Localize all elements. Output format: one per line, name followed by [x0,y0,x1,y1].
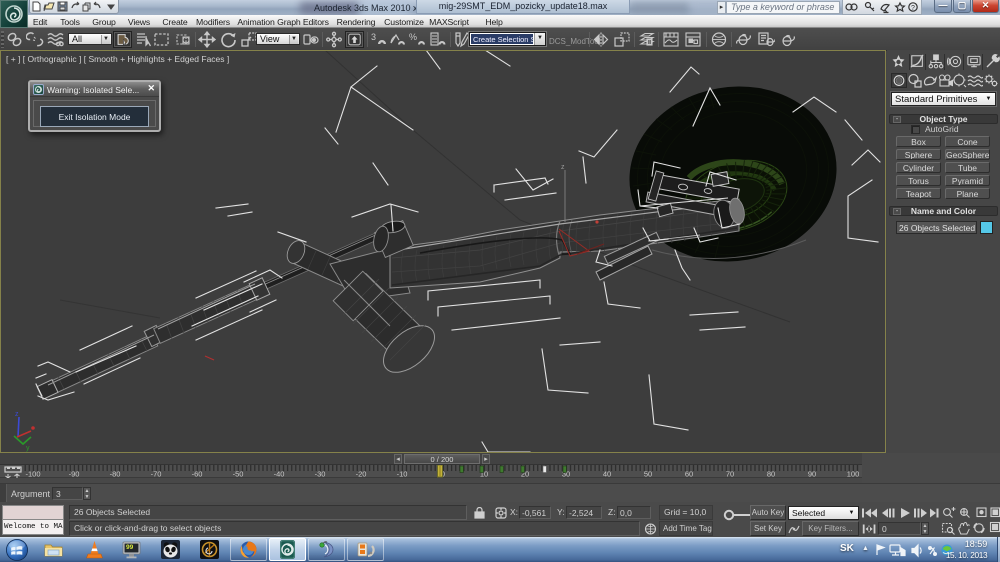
svg-text:-10: -10 [397,470,408,479]
svg-text:?: ? [911,5,915,12]
svg-text:-90: -90 [69,470,80,479]
svg-text:-80: -80 [110,470,121,479]
svg-text:z: z [15,411,19,418]
svg-text:50: 50 [644,470,652,479]
svg-text:70: 70 [726,470,734,479]
svg-text:99: 99 [126,544,134,551]
svg-text:80: 80 [767,470,775,479]
svg-text:90: 90 [808,470,816,479]
svg-text:%: % [409,32,417,42]
svg-text:-30: -30 [315,470,326,479]
svg-text:100: 100 [847,470,860,479]
svg-text:-100: -100 [25,470,40,479]
svg-text:40: 40 [603,470,611,479]
svg-text:-70: -70 [151,470,162,479]
svg-text:-60: -60 [192,470,203,479]
svg-text:-40: -40 [274,470,285,479]
svg-text:-50: -50 [233,470,244,479]
svg-text:y: y [26,445,30,452]
svg-text:-20: -20 [356,470,367,479]
svg-text:60: 60 [685,470,693,479]
svg-text:z: z [561,164,565,171]
svg-text:3: 3 [371,32,376,42]
